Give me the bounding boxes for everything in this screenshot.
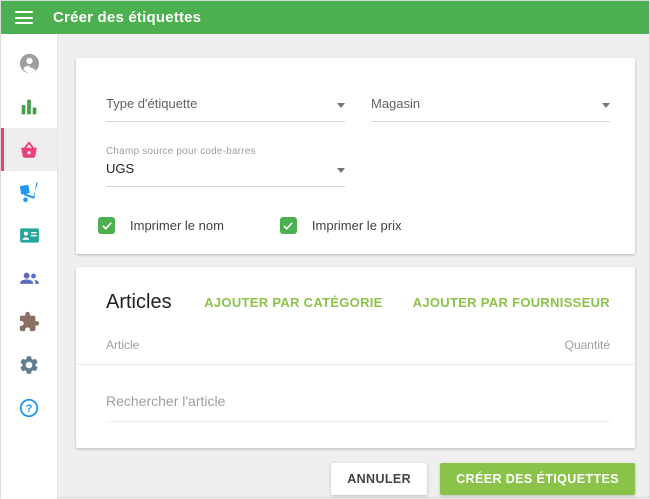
dropdown-arrow-icon [602, 103, 610, 108]
barcode-source-value: UGS [106, 161, 135, 176]
sidebar-item-customers[interactable] [1, 257, 57, 300]
label-settings-card: Type d'étiquette Magasin Champ source po… [76, 58, 635, 254]
add-by-supplier-button[interactable]: AJOUTER PAR FOURNISSEUR [398, 287, 625, 318]
article-search-input[interactable] [106, 393, 610, 422]
integrations-puzzle-icon [19, 311, 40, 331]
print-price-checkbox[interactable]: Imprimer le prix [279, 217, 402, 234]
sidebar-item-help[interactable]: ? [1, 386, 57, 429]
articles-table-header: Article Quantité [76, 318, 635, 364]
store-select-value: Magasin [371, 96, 421, 111]
print-name-checkbox[interactable]: Imprimer le nom [98, 217, 224, 234]
articles-title: Articles [106, 291, 172, 313]
items-basket-icon [21, 141, 37, 158]
sidebar-item-items[interactable] [1, 128, 57, 171]
sidebar-item-reports[interactable] [1, 85, 57, 128]
label-type-select[interactable]: Type d'étiquette [106, 94, 345, 122]
account-icon [19, 53, 39, 74]
print-price-label: Imprimer le prix [311, 218, 402, 233]
footer-actions: ANNULER CRÉER DES ÉTIQUETTES [76, 463, 635, 495]
add-by-category-button[interactable]: AJOUTER PAR CATÉGORIE [189, 287, 397, 318]
page-title: Créer des étiquettes [53, 9, 202, 26]
cancel-button[interactable]: ANNULER [331, 463, 428, 495]
employee-badge-icon [19, 228, 39, 243]
help-icon: ? [19, 398, 39, 417]
barcode-source-select[interactable]: UGS [106, 159, 345, 187]
app-header: Créer des étiquettes [1, 1, 649, 34]
create-labels-button[interactable]: CRÉER DES ÉTIQUETTES [440, 463, 635, 495]
sidebar-nav: ? [1, 34, 58, 499]
hamburger-menu-icon[interactable] [15, 11, 33, 24]
inventory-dolly-icon [19, 182, 38, 203]
column-article: Article [106, 338, 140, 352]
sidebar-item-employees[interactable] [1, 214, 57, 257]
sidebar-item-inventory[interactable] [1, 171, 57, 214]
main-content: Type d'étiquette Magasin Champ source po… [58, 34, 649, 499]
label-type-select-value: Type d'étiquette [106, 96, 198, 111]
barcode-source-label: Champ source pour code-barres [106, 146, 256, 157]
dropdown-arrow-icon [337, 103, 345, 108]
articles-card: Articles AJOUTER PAR CATÉGORIE AJOUTER P… [76, 267, 635, 448]
print-name-label: Imprimer le nom [130, 218, 224, 233]
dropdown-arrow-icon [337, 168, 345, 173]
sidebar-item-integrations[interactable] [1, 300, 57, 343]
settings-gear-icon [20, 355, 38, 374]
sidebar-item-account[interactable] [1, 42, 57, 85]
reports-bar-chart-icon [21, 99, 37, 114]
sidebar-item-settings[interactable] [1, 343, 57, 386]
checkbox-checked-icon [279, 217, 297, 234]
customers-people-icon [19, 272, 39, 284]
svg-text:?: ? [26, 402, 33, 414]
column-quantity: Quantité [564, 338, 610, 352]
store-select[interactable]: Magasin [371, 94, 610, 122]
checkbox-checked-icon [98, 217, 115, 234]
